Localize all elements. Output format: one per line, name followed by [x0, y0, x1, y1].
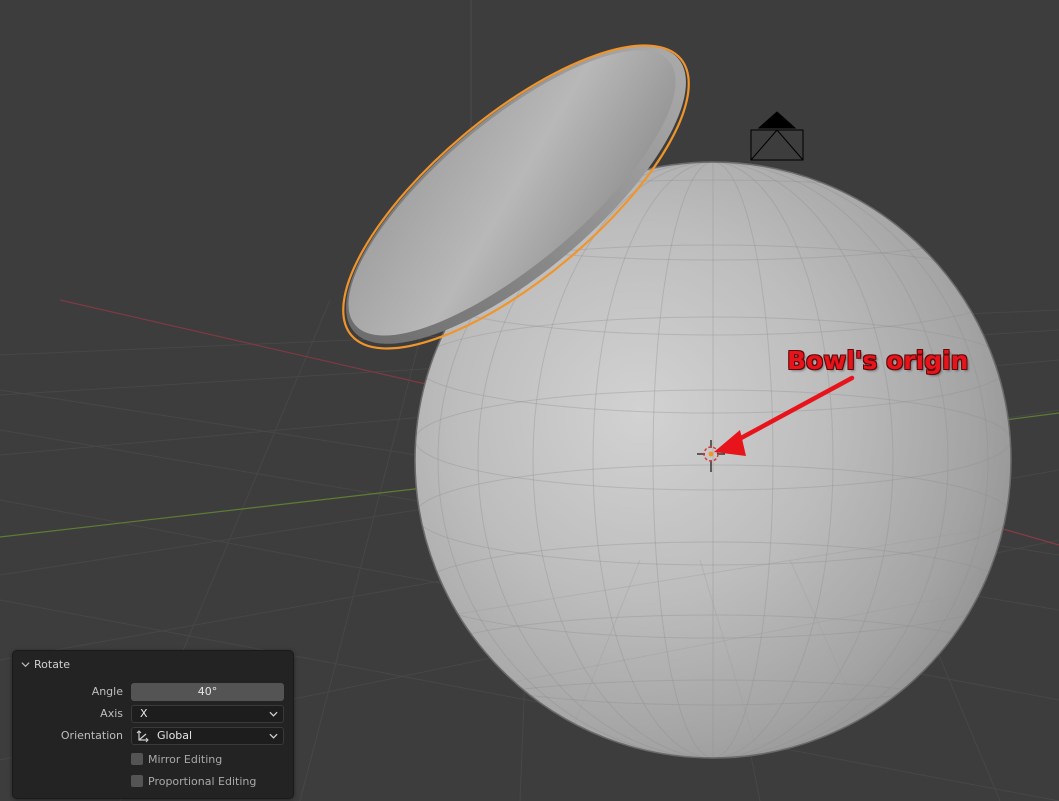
proportional-editing-checkbox[interactable]: Proportional Editing	[131, 772, 256, 790]
mirror-editing-label: Mirror Editing	[148, 752, 223, 766]
checkbox-box[interactable]	[131, 753, 143, 765]
chevron-down-icon	[269, 711, 278, 717]
rotate-operator-panel: Rotate Angle 40° Axis X Orientation Glob…	[12, 650, 294, 799]
chevron-down-icon	[21, 661, 30, 667]
mirror-editing-checkbox[interactable]: Mirror Editing	[131, 750, 222, 768]
orientation-global-icon	[136, 730, 149, 743]
orientation-value: Global	[157, 729, 193, 742]
angle-field[interactable]: 40°	[131, 683, 284, 701]
orientation-label: Orientation	[60, 729, 123, 742]
angle-label: Angle	[91, 685, 123, 698]
angle-row: Angle 40°	[13, 682, 293, 702]
origin-annotation-label: Bowl's origin	[787, 346, 969, 375]
orientation-row: Orientation Global	[13, 726, 293, 746]
camera-object[interactable]	[750, 111, 804, 161]
axis-value: X	[140, 707, 148, 720]
orientation-select[interactable]: Global	[131, 727, 284, 745]
checkbox-box[interactable]	[131, 775, 143, 787]
panel-header[interactable]: Rotate	[21, 656, 70, 672]
panel-title: Rotate	[34, 657, 71, 671]
3d-viewport[interactable]: Bowl's origin Rotate Angle 40° Axis X Or…	[0, 0, 1059, 801]
chevron-down-icon	[269, 733, 278, 739]
axis-row: Axis X	[13, 704, 293, 724]
axis-select[interactable]: X	[131, 705, 284, 723]
axis-label: Axis	[100, 707, 123, 720]
proportional-editing-label: Proportional Editing	[148, 774, 257, 788]
